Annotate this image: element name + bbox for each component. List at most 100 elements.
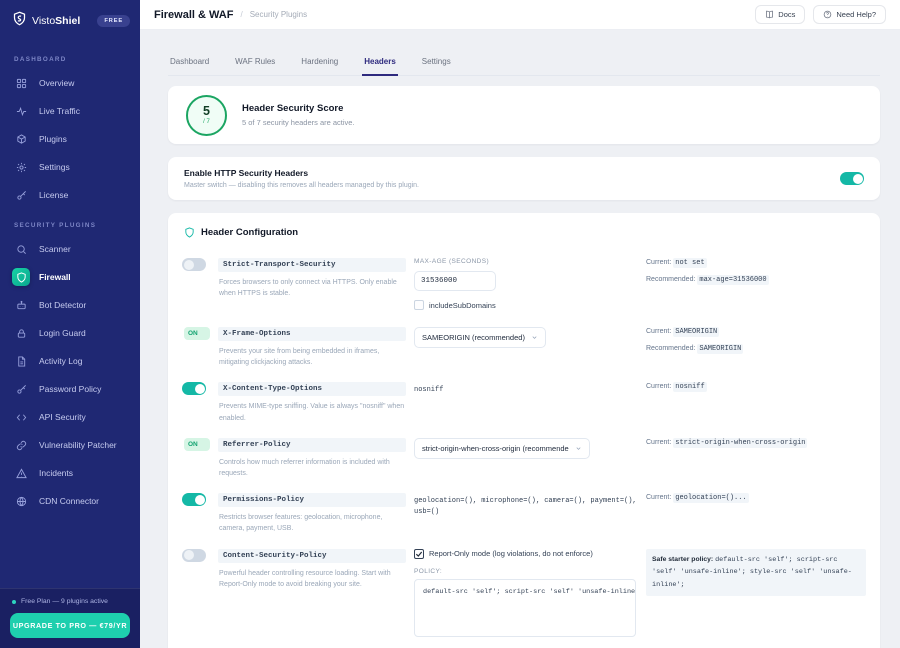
sidebar-item-cdn-connector[interactable]: CDN Connector [0,487,140,515]
book-icon [766,10,774,19]
csp-toggle[interactable] [182,548,206,562]
xfo-on-badge: ON [184,327,210,340]
xcto-static-value: nosniff [414,386,444,395]
sidebar-item-password-policy[interactable]: Password Policy [0,375,140,403]
recommended-value-line: Recommended: max-age=31536000 [646,274,769,285]
topbar: Firewall & WAF / Security Plugins Docs N… [140,0,900,30]
sidebar-item-settings[interactable]: Settings [0,153,140,181]
master-switch-card: Enable HTTP Security Headers Master swit… [168,157,880,200]
report-only-row[interactable]: Report-Only mode (log violations, do not… [414,548,638,559]
safe-starter-policy-note: Safe starter policy: default-src 'self';… [646,548,866,597]
report-only-label: Report-Only mode (log violations, do not… [429,549,593,558]
key-icon [12,186,30,204]
max-age-input[interactable] [414,271,496,291]
tab-hardening[interactable]: Hardening [299,57,340,75]
config-title: Header Configuration [201,227,299,238]
header-description: Restricts browser features: geolocation,… [219,514,383,533]
breadcrumb-page-title: Firewall & WAF [154,8,234,21]
link-icon [12,436,30,454]
breadcrumb-secondary: Security Plugins [249,10,308,19]
sidebar-item-api-security[interactable]: API Security [0,403,140,431]
sidebar-section-dashboard: DASHBOARD [14,56,67,63]
score-subtitle: 5 of 7 security headers are active. [242,118,355,127]
activity-icon [12,102,30,120]
checkbox-checked-icon[interactable] [414,548,424,559]
current-value-line: Current: strict-origin-when-cross-origin [646,437,808,448]
sidebar-item-overview[interactable]: Overview [0,69,140,97]
max-age-label: MAX-AGE (SECONDS) [414,258,490,265]
rp-on-badge: ON [184,437,210,451]
shield-icon [12,268,30,286]
tab-waf-rules[interactable]: WAF Rules [233,57,277,75]
master-switch-toggle[interactable] [840,172,864,185]
breadcrumb-separator: / [240,10,243,19]
sidebar-item-activity-log[interactable]: Activity Log [0,347,140,375]
header-name: Content-Security-Policy [218,548,406,563]
sidebar-item-firewall[interactable]: Firewall [0,263,140,291]
upgrade-button[interactable]: UPGRADE TO PRO — €79/YR [10,613,130,638]
config-row-strict-transport-security: Strict-Transport-Security Forces browser… [182,258,866,310]
xcto-toggle[interactable] [182,382,206,396]
policy-textarea[interactable]: default-src 'self'; script-src 'self' 'u… [414,578,636,637]
checkbox-unchecked-icon[interactable] [414,300,424,310]
header-configuration-card: Header Configuration Strict-Transport-Se… [168,213,880,648]
topbar-actions: Docs Need Help? [755,5,886,24]
header-description: Powerful header controlling resource loa… [219,569,391,588]
header-description: Prevents MIME-type sniffing. Value is al… [219,403,405,422]
sidebar-item-license[interactable]: License [0,181,140,209]
current-value-line: Current: geolocation=()... [646,493,749,504]
config-row-x-content-type-options: X-Content-Type-Options Prevents MIME-typ… [182,382,866,423]
current-value-line: Current: SAMEORIGIN [646,327,720,337]
policy-label: POLICY: [414,567,443,575]
docs-button[interactable]: Docs [755,5,806,24]
sidebar-item-plugins[interactable]: Plugins [0,125,140,153]
tab-headers[interactable]: Headers [362,57,398,76]
tab-settings[interactable]: Settings [420,57,453,75]
sidebar-item-vulnerability-patcher[interactable]: Vulnerability Patcher [0,431,140,459]
search-icon [12,240,30,258]
grid-icon [12,74,30,92]
include-subdomains-row[interactable]: includeSubDomains [414,300,638,310]
globe-icon [12,492,30,510]
shield-outline-icon [185,227,194,238]
chevron-down-icon [576,447,581,450]
sidebar-item-scanner[interactable]: Scanner [0,235,140,263]
tab-bar: Dashboard WAF Rules Hardening Headers Se… [168,57,880,76]
plugin-box-icon [12,130,30,148]
sidebar: VistoShiel FREE DASHBOARD Overview Live … [0,0,140,648]
lock-icon [12,324,30,342]
sidebar-item-bot-detector[interactable]: Bot Detector [0,291,140,319]
header-name: Permissions-Policy [218,493,406,508]
header-security-score-card: 5 / 7 Header Security Score 5 of 7 secur… [168,86,880,144]
config-title-row: Header Configuration [182,227,866,238]
need-help-button[interactable]: Need Help? [813,5,886,24]
sidebar-item-live-traffic[interactable]: Live Traffic [0,97,140,125]
sts-toggle[interactable] [182,258,206,271]
config-row-referrer-policy: ON Referrer-Policy Controls how much ref… [182,437,866,479]
config-row-x-frame-options: ON X-Frame-Options Prevents your site fr… [182,327,866,368]
rp-select[interactable]: strict-origin-when-cross-origin (recomme… [414,437,590,459]
xfo-select[interactable]: SAMEORIGIN (recommended) [414,327,546,348]
header-description: Forces browsers to only connect via HTTP… [219,279,397,298]
score-value: 5 [203,104,210,119]
header-name: Referrer-Policy [218,437,406,452]
sidebar-footer: Free Plan — 9 plugins active UPGRADE TO … [0,588,140,648]
config-row-permissions-policy: Permissions-Policy Restricts browser fea… [182,493,866,534]
warning-triangle-icon [12,464,30,482]
help-circle-icon [824,10,832,19]
robot-icon [12,296,30,314]
pp-toggle[interactable] [182,493,206,507]
sidebar-item-incidents[interactable]: Incidents [0,459,140,487]
brand-shield-icon [12,11,27,31]
tab-dashboard[interactable]: Dashboard [168,57,211,75]
config-row-content-security-policy: Content-Security-Policy Powerful header … [182,548,866,642]
current-value-line: Current: not set [646,258,707,268]
content: Dashboard WAF Rules Hardening Headers Se… [140,57,900,648]
score-title: Header Security Score [242,103,344,114]
header-name: Strict-Transport-Security [218,258,406,272]
sidebar-item-login-guard[interactable]: Login Guard [0,319,140,347]
master-switch-subtitle: Master switch — disabling this removes a… [184,182,420,189]
current-value-line: Current: nosniff [646,382,707,393]
master-switch-title: Enable HTTP Security Headers [184,168,309,178]
code-icon [12,408,30,426]
